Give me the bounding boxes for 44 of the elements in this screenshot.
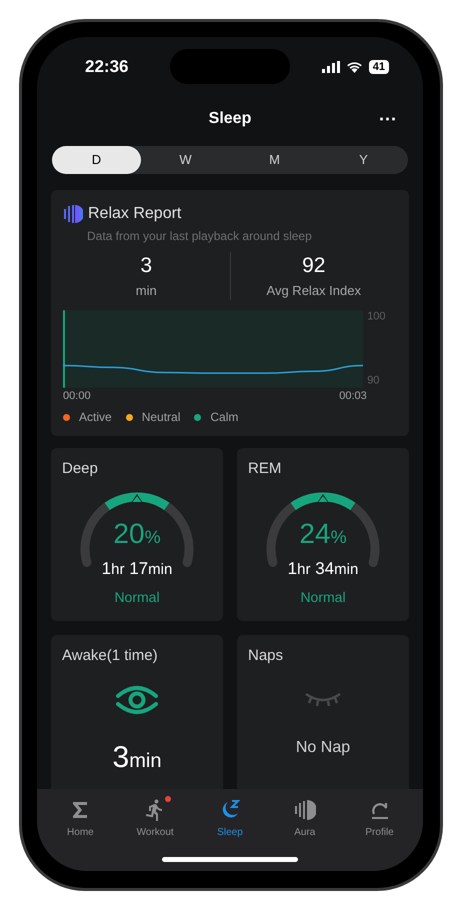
period-tab[interactable]: M: [230, 146, 319, 174]
stage-percent: 20%: [113, 520, 161, 548]
signal-icon: [322, 61, 340, 73]
period-tab[interactable]: D: [52, 146, 141, 174]
nav-tab[interactable]: Home: [48, 797, 112, 840]
eye-icon: [116, 684, 158, 714]
card-title: Awake(1 time): [62, 646, 158, 666]
page-title: Sleep: [208, 109, 252, 129]
legend-label: Active: [79, 409, 112, 426]
sound-bars-icon: [63, 204, 83, 224]
stat-value: 92: [302, 252, 326, 279]
nav-tab[interactable]: Sleep: [198, 797, 262, 840]
stat-label: Avg Relax Index: [266, 283, 361, 300]
card-subtitle: Data from your last playback around sleep: [87, 229, 313, 244]
card-title: Naps: [248, 646, 284, 666]
axis-tick: 00:00: [63, 390, 91, 404]
sound-bars-icon: [294, 799, 316, 821]
legend-label: Neutral: [142, 409, 180, 426]
more-button[interactable]: ···: [379, 110, 397, 128]
profile-icon: [370, 800, 390, 820]
axis-tick: 00:03: [339, 390, 367, 404]
wifi-icon: [346, 61, 363, 73]
stage-duration: 1hr 34min: [288, 558, 358, 580]
battery-indicator: 41: [368, 60, 389, 74]
stage-status: Normal: [300, 588, 346, 607]
stat-value: 3: [140, 252, 152, 279]
card-title: Deep: [62, 459, 99, 479]
naps-text: No Nap: [296, 738, 350, 758]
stage-duration: 1hr 17min: [102, 558, 172, 580]
card-title: REM: [248, 459, 282, 479]
period-tab[interactable]: Y: [319, 146, 408, 174]
card-title: Relax Report: [88, 204, 182, 224]
status-time: 22:36: [85, 56, 128, 78]
period-tab[interactable]: W: [141, 146, 230, 174]
stat-label: min: [136, 283, 157, 300]
nav-tab[interactable]: Aura: [272, 797, 337, 840]
nav-tab[interactable]: Profile: [348, 797, 412, 840]
stage-status: Normal: [114, 588, 160, 607]
legend-label: Calm: [210, 409, 238, 426]
awake-duration: 3min: [112, 740, 162, 776]
axis-tick: 90: [367, 375, 380, 386]
axis-tick: 100: [367, 312, 386, 323]
stage-percent: 24%: [299, 520, 347, 548]
nav-tab[interactable]: Workout: [123, 797, 188, 840]
